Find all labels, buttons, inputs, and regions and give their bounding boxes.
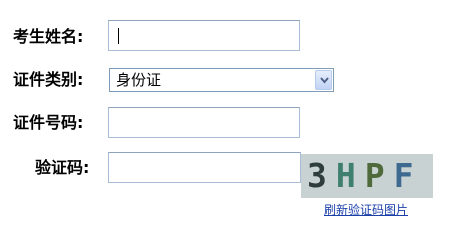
- captcha-char: F: [393, 156, 423, 195]
- text-caret: [118, 28, 119, 44]
- id-type-label: 证件类别:: [13, 70, 84, 89]
- candidate-name-input[interactable]: [108, 20, 300, 51]
- id-number-label: 证件号码:: [13, 113, 84, 132]
- captcha-input[interactable]: [108, 152, 301, 183]
- captcha-char: H: [335, 156, 365, 195]
- captcha-label: 验证码:: [35, 158, 90, 177]
- id-type-select[interactable]: 身份证: [109, 68, 334, 92]
- candidate-name-label: 考生姓名:: [13, 27, 84, 46]
- captcha-char: 3: [307, 156, 336, 195]
- captcha-char: P: [364, 156, 394, 195]
- dropdown-arrow-icon[interactable]: [315, 70, 332, 90]
- refresh-captcha-link[interactable]: 刷新验证码图片: [324, 203, 408, 218]
- id-number-input[interactable]: [108, 107, 300, 138]
- captcha-image: 3HPF: [301, 154, 433, 198]
- id-type-selected-value: 身份证: [116, 71, 162, 89]
